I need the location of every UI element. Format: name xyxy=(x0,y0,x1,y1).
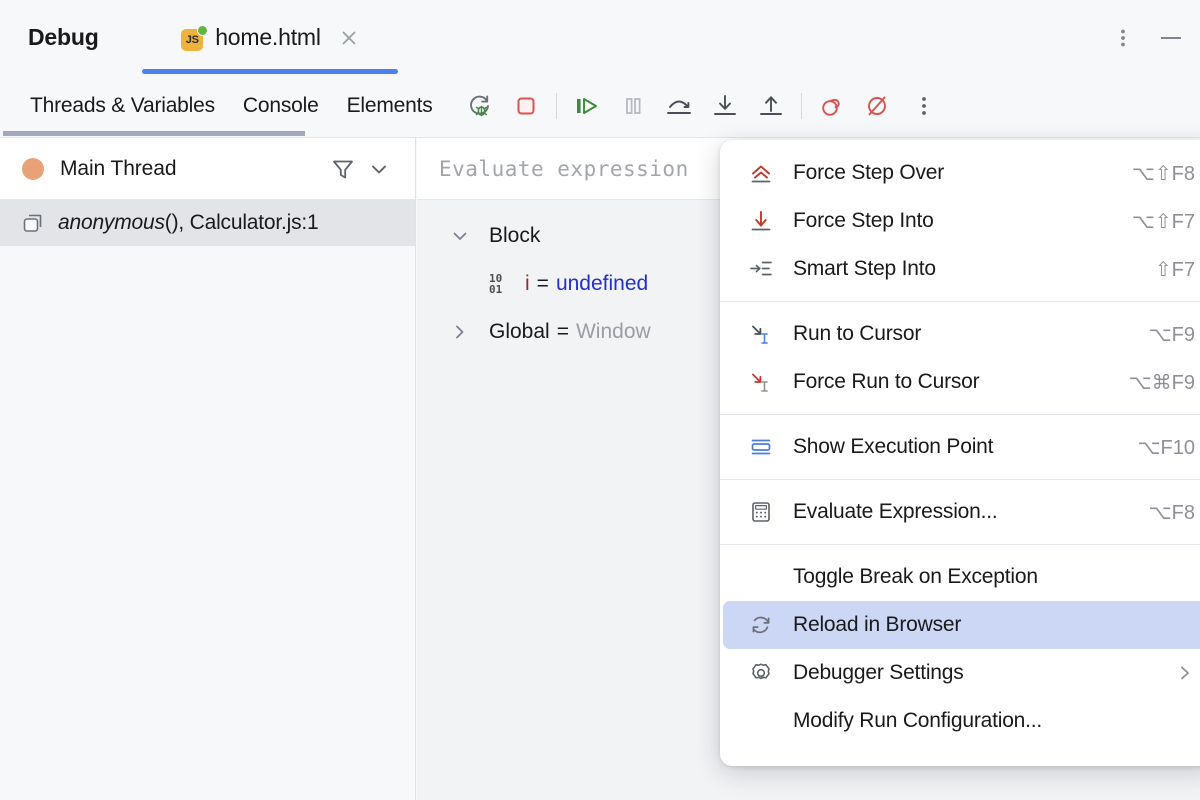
toolbar-separator xyxy=(556,93,557,119)
variable-equals: = xyxy=(537,272,549,296)
menu-item-label: Force Run to Cursor xyxy=(793,370,979,394)
frames-panel: Main Thread xyxy=(0,138,416,800)
reload-in-browser-icon xyxy=(747,611,775,639)
menu-item-label: Smart Step Into xyxy=(793,257,936,281)
tree-node-label: Global xyxy=(489,320,550,344)
menu-item-shortcut: ⌥F9 xyxy=(1149,322,1195,347)
menu-item-label: Evaluate Expression... xyxy=(793,500,998,524)
menu-item-shortcut: ⇧F7 xyxy=(1155,257,1195,282)
menu-separator xyxy=(720,544,1200,545)
close-icon[interactable] xyxy=(339,28,359,48)
toolbar-separator-2 xyxy=(801,93,802,119)
vertical-dots-icon[interactable] xyxy=(1110,25,1136,51)
menu-item-modify-run-configuration[interactable]: Modify Run Configuration... xyxy=(723,697,1200,745)
debug-action-buttons xyxy=(457,83,947,129)
menu-item-force-step-into[interactable]: Force Step Into ⌥⇧F7 xyxy=(723,197,1200,245)
menu-item-force-step-over[interactable]: Force Step Over ⌥⇧F8 xyxy=(723,149,1200,197)
table-row[interactable]: anonymous(), Calculator.js:1 xyxy=(0,200,415,246)
stack-frame-icon xyxy=(20,210,46,236)
thread-running-dot-icon xyxy=(22,158,44,180)
page-title: Debug xyxy=(28,24,99,51)
chevron-right-icon xyxy=(1175,663,1195,683)
minimize-icon[interactable] xyxy=(1158,25,1184,51)
vertical-dots-icon[interactable] xyxy=(901,83,947,129)
menu-item-label: Run to Cursor xyxy=(793,322,921,346)
menu-item-label: Reload in Browser xyxy=(793,613,961,637)
menu-item-label: Force Step Into xyxy=(793,209,934,233)
tab-elements[interactable]: Elements xyxy=(333,75,447,137)
javascript-file-icon: JS xyxy=(181,26,205,50)
frame-function-name: anonymous xyxy=(58,211,165,234)
evaluate-expression-placeholder: Evaluate expression xyxy=(439,157,689,181)
tab-threads-and-variables[interactable]: Threads & Variables xyxy=(16,75,229,137)
tab-console[interactable]: Console xyxy=(229,75,333,137)
active-view-tab-indicator xyxy=(3,131,305,136)
frame-label: anonymous(), Calculator.js:1 xyxy=(58,211,319,235)
file-tab-label: home.html xyxy=(215,24,321,51)
global-value: Window xyxy=(576,320,651,344)
stop-square-icon[interactable] xyxy=(503,83,549,129)
breakpoint-circle-icon[interactable] xyxy=(809,83,855,129)
resume-icon[interactable] xyxy=(564,83,610,129)
file-tab-home-html[interactable]: JS home.html xyxy=(142,0,398,75)
chevron-down-icon[interactable] xyxy=(449,225,471,247)
green-dot-icon xyxy=(197,25,208,36)
tree-node-label: Block xyxy=(489,224,540,248)
menu-item-label: Debugger Settings xyxy=(793,661,964,685)
thread-selector[interactable]: Main Thread xyxy=(0,138,415,200)
menu-item-label: Show Execution Point xyxy=(793,435,993,459)
run-to-cursor-icon xyxy=(747,320,775,348)
frame-location: (), Calculator.js:1 xyxy=(165,211,319,234)
menu-item-show-execution-point[interactable]: Show Execution Point ⌥F10 xyxy=(723,423,1200,471)
show-execution-point-icon xyxy=(747,433,775,461)
global-equals: = xyxy=(557,320,569,344)
evaluate-expression-icon xyxy=(747,498,775,526)
menu-item-shortcut: ⌥⇧F8 xyxy=(1132,161,1195,186)
step-over-icon[interactable] xyxy=(656,83,702,129)
menu-item-shortcut: ⌥⌘F9 xyxy=(1129,370,1195,395)
menu-item-label: Force Step Over xyxy=(793,161,944,185)
menu-item-label: Modify Run Configuration... xyxy=(793,709,1042,733)
menu-item-force-run-to-cursor[interactable]: Force Run to Cursor ⌥⌘F9 xyxy=(723,358,1200,406)
smart-step-into-icon xyxy=(747,255,775,283)
menu-separator xyxy=(720,479,1200,480)
force-run-to-cursor-icon xyxy=(747,368,775,396)
chevron-right-icon[interactable] xyxy=(449,321,471,343)
restart-debug-icon[interactable] xyxy=(457,83,503,129)
thread-name-label: Main Thread xyxy=(60,157,176,181)
variable-name: i xyxy=(525,272,530,296)
active-file-tab-indicator xyxy=(142,69,398,74)
menu-item-reload-in-browser[interactable]: Reload in Browser xyxy=(723,601,1200,649)
window-controls xyxy=(1110,0,1184,75)
step-into-icon[interactable] xyxy=(702,83,748,129)
filter-icon[interactable] xyxy=(325,151,361,187)
menu-item-label: Toggle Break on Exception xyxy=(793,565,1038,589)
gear-icon xyxy=(747,659,775,687)
menu-separator xyxy=(720,414,1200,415)
binary-variable-icon: 1001 xyxy=(489,273,517,295)
variable-value: undefined xyxy=(556,272,648,296)
debug-toolbar: Threads & Variables Console Elements xyxy=(0,75,1200,137)
menu-item-debugger-settings[interactable]: Debugger Settings xyxy=(723,649,1200,697)
debug-tool-window: Debug JS home.html xyxy=(0,0,1200,800)
title-bar: Debug JS home.html xyxy=(0,0,1200,75)
menu-separator xyxy=(720,301,1200,302)
step-out-icon[interactable] xyxy=(748,83,794,129)
force-step-over-icon xyxy=(747,159,775,187)
menu-item-toggle-break-on-exception[interactable]: Toggle Break on Exception xyxy=(723,553,1200,601)
menu-item-shortcut: ⌥⇧F7 xyxy=(1132,209,1195,234)
menu-item-run-to-cursor[interactable]: Run to Cursor ⌥F9 xyxy=(723,310,1200,358)
menu-item-evaluate-expression[interactable]: Evaluate Expression... ⌥F8 xyxy=(723,488,1200,536)
menu-item-shortcut: ⌥F10 xyxy=(1137,435,1195,460)
pause-icon[interactable] xyxy=(610,83,656,129)
menu-item-smart-step-into[interactable]: Smart Step Into ⇧F7 xyxy=(723,245,1200,293)
debug-more-options-menu: Force Step Over ⌥⇧F8 Force Step Into ⌥⇧F… xyxy=(720,140,1200,766)
force-step-into-icon xyxy=(747,207,775,235)
chevron-down-icon[interactable] xyxy=(361,151,397,187)
menu-item-shortcut: ⌥F8 xyxy=(1149,500,1195,525)
mute-breakpoints-icon[interactable] xyxy=(855,83,901,129)
